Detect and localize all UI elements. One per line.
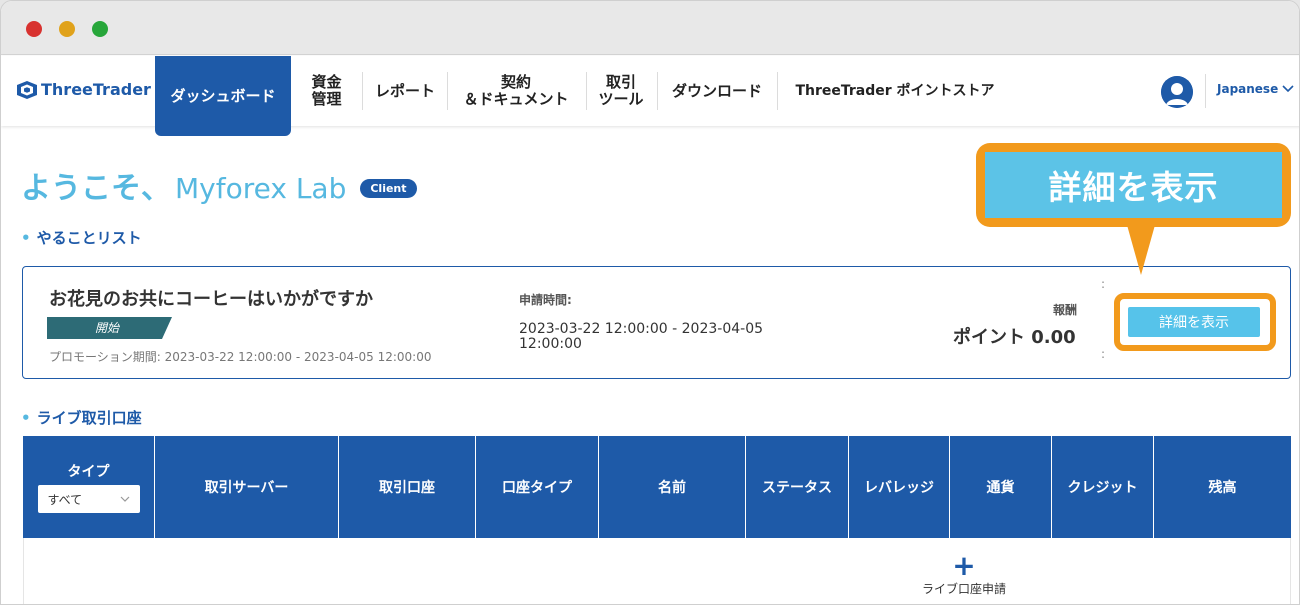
nav-trading-tools-label: 取引 ツール xyxy=(598,73,644,108)
promo-title: お花見のお共にコーヒーはいかがですか xyxy=(49,289,373,310)
callout-annotation: 詳細を表示 xyxy=(976,143,1291,227)
nav-divider xyxy=(447,72,448,110)
browser-window: ThreeTrader ダッシュボード 資金 管理 レポート 契約 ＆ドキュメン… xyxy=(0,0,1300,605)
nav-divider xyxy=(657,72,658,110)
nav-divider xyxy=(1205,74,1206,108)
nav-report[interactable]: レポート xyxy=(365,56,445,126)
live-accounts-section-label: ライブ取引口座 xyxy=(36,409,142,427)
nav-fund-management[interactable]: 資金 管理 xyxy=(299,56,354,126)
add-live-account-button[interactable]: + ライブ口座申請 xyxy=(904,549,1024,597)
live-accounts-section-title: • ライブ取引口座 xyxy=(21,407,142,428)
top-navigation: ThreeTrader ダッシュボード 資金 管理 レポート 契約 ＆ドキュメン… xyxy=(1,56,1299,136)
chevron-down-icon xyxy=(120,496,129,502)
column-balance-label: 残高 xyxy=(1208,480,1237,496)
add-live-account-label: ライブ口座申請 xyxy=(921,582,1006,596)
column-header-type: タイプ すべて xyxy=(23,436,155,538)
live-accounts-table: タイプ すべて 取引サーバー 取引口座 口座タイプ 名前 ステータス レバレッジ… xyxy=(23,436,1291,604)
nav-trading-tools[interactable]: 取引 ツール xyxy=(587,56,655,126)
nav-fund-management-label: 資金 管理 xyxy=(311,73,342,108)
column-header-account-type: 口座タイプ xyxy=(476,436,599,538)
nav-contracts-documents-label: 契約 ＆ドキュメント xyxy=(463,73,569,108)
column-header-status: ステータス xyxy=(746,436,849,538)
type-filter-value: すべて xyxy=(47,492,83,507)
column-leverage-label: レバレッジ xyxy=(864,480,934,496)
welcome-heading: ようこそ、 Myforex Lab Client xyxy=(21,163,417,207)
callout-pointer xyxy=(1127,225,1155,275)
table-body: + ライブ口座申請 xyxy=(23,538,1291,604)
nav-point-store[interactable]: ThreeTrader ポイントストア xyxy=(779,56,1011,126)
logo-text: ThreeTrader xyxy=(41,80,151,99)
todo-section-label: やることリスト xyxy=(36,229,142,247)
client-badge: Client xyxy=(360,179,417,198)
user-name: Myforex Lab xyxy=(175,172,347,205)
nav-divider xyxy=(777,72,778,110)
close-window-button[interactable] xyxy=(26,21,42,37)
nav-contracts-documents[interactable]: 契約 ＆ドキュメント xyxy=(449,56,583,126)
nav-dashboard-label: ダッシュボード xyxy=(170,86,276,105)
divider-dots: : xyxy=(1101,347,1106,361)
chevron-down-icon xyxy=(1282,85,1294,93)
nav-download-label: ダウンロード xyxy=(671,81,762,100)
nav-divider xyxy=(362,72,363,110)
bullet-icon: • xyxy=(21,409,31,427)
callout-text: 詳細を表示 xyxy=(985,152,1282,218)
column-name-label: 名前 xyxy=(658,480,686,496)
column-header-name: 名前 xyxy=(599,436,746,538)
column-header-currency: 通貨 xyxy=(950,436,1052,538)
divider-dots: : xyxy=(1101,277,1106,291)
apply-time-value: 2023-03-22 12:00:00 - 2023-04-05 12:00:0… xyxy=(519,321,764,352)
todo-card: お花見のお共にコーヒーはいかがですか 開始 プロモーション期間: 2023-03… xyxy=(22,266,1291,379)
column-header-credit: クレジット xyxy=(1052,436,1154,538)
column-currency-label: 通貨 xyxy=(986,480,1015,496)
language-selector[interactable]: Japanese xyxy=(1217,82,1294,96)
column-status-label: ステータス xyxy=(762,480,832,496)
user-avatar-icon[interactable] xyxy=(1161,76,1193,108)
table-header: タイプ すべて 取引サーバー 取引口座 口座タイプ 名前 ステータス レバレッジ… xyxy=(23,436,1291,538)
column-header-account: 取引口座 xyxy=(339,436,476,538)
column-account-label: 取引口座 xyxy=(379,480,435,496)
logo-icon xyxy=(17,80,37,99)
column-type-label: タイプ xyxy=(67,464,110,480)
nav-dashboard[interactable]: ダッシュボード xyxy=(155,56,291,136)
reward-value: ポイント 0.00 xyxy=(953,327,1076,348)
nav-report-label: レポート xyxy=(374,81,435,100)
nav-point-store-label: ThreeTrader ポイントストア xyxy=(795,82,995,99)
bullet-icon: • xyxy=(21,229,31,247)
column-header-leverage: レバレッジ xyxy=(849,436,950,538)
column-server-label: 取引サーバー xyxy=(204,480,289,496)
plus-icon: + xyxy=(952,549,976,582)
language-label: Japanese xyxy=(1217,82,1279,96)
highlight-frame xyxy=(1114,293,1276,351)
threetrader-logo[interactable]: ThreeTrader xyxy=(17,80,151,99)
maximize-window-button[interactable] xyxy=(92,21,108,37)
user-silhouette-icon xyxy=(1161,76,1193,108)
minimize-window-button[interactable] xyxy=(59,21,75,37)
title-bar xyxy=(1,1,1299,55)
promo-period: プロモーション期間: 2023-03-22 12:00:00 - 2023-04… xyxy=(49,350,432,364)
reward-label: 報酬 xyxy=(1053,303,1078,317)
apply-time-label: 申請時間: xyxy=(519,293,572,307)
nav-download[interactable]: ダウンロード xyxy=(659,56,775,126)
todo-section-title: • やることリスト xyxy=(21,227,142,248)
column-credit-label: クレジット xyxy=(1067,480,1138,496)
column-account-type-label: 口座タイプ xyxy=(502,480,572,496)
welcome-prefix: ようこそ、 xyxy=(21,171,171,206)
status-badge: 開始 xyxy=(47,317,172,339)
column-header-balance: 残高 xyxy=(1154,436,1291,538)
column-header-server: 取引サーバー xyxy=(155,436,339,538)
type-filter-select[interactable]: すべて xyxy=(37,485,140,513)
